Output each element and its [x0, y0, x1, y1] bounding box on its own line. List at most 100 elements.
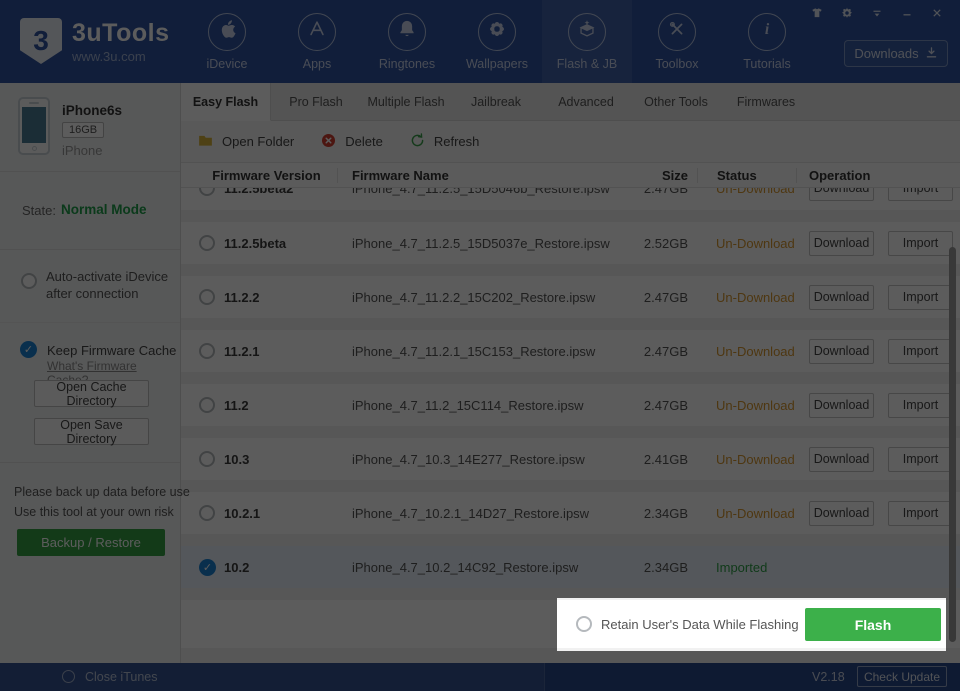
col-operation: Operation — [797, 168, 870, 183]
close-itunes-radio[interactable] — [62, 670, 75, 683]
firmware-name: iPhone_4.7_11.2_15C114_Restore.ipsw — [352, 398, 617, 413]
firmware-name: iPhone_4.7_11.2.1_15C153_Restore.ipsw — [352, 344, 617, 359]
folder-icon — [197, 132, 214, 152]
download-button[interactable]: Download — [809, 339, 874, 364]
table-row[interactable]: 11.2 iPhone_4.7_11.2_15C114_Restore.ipsw… — [181, 384, 960, 426]
auto-activate-radio[interactable] — [21, 273, 37, 289]
tab-other-tools[interactable]: Other Tools — [631, 83, 721, 121]
download-button[interactable]: Download — [809, 393, 874, 418]
firmware-size: 2.47GB — [617, 344, 688, 359]
delete-button[interactable]: Delete — [320, 132, 383, 152]
import-button[interactable]: Import — [888, 188, 953, 201]
minimize-icon[interactable] — [896, 4, 918, 22]
tab-firmwares[interactable]: Firmwares — [721, 83, 811, 121]
import-button[interactable]: Import — [888, 339, 953, 364]
firmware-version: 11.2 — [224, 398, 352, 413]
open-folder-button[interactable]: Open Folder — [197, 132, 294, 152]
firmware-select-radio[interactable] — [199, 343, 215, 359]
nav-apps[interactable]: Apps — [272, 0, 362, 83]
firmware-cache-panel: ✓ Keep Firmware Cache What's Firmware Ca… — [0, 323, 180, 463]
download-button[interactable]: Download — [809, 188, 874, 201]
firmware-name: iPhone_4.7_11.2.2_15C202_Restore.ipsw — [352, 290, 617, 305]
refresh-button[interactable]: Refresh — [409, 132, 480, 152]
auto-activate-label-line1: Auto-activate iDevice — [46, 268, 168, 285]
import-button[interactable]: Import — [888, 501, 953, 526]
table-row[interactable]: 11.2.5beta iPhone_4.7_11.2.5_15D5037e_Re… — [181, 222, 960, 264]
firmware-rows: 11.2.5beta2 iPhone_4.7_11.2.5_15D5046b_R… — [181, 188, 960, 600]
nav-flash-jb[interactable]: Flash & JB — [542, 0, 632, 83]
state-value: Normal Mode — [61, 202, 147, 217]
tools-icon — [666, 18, 688, 45]
firmware-version: 10.2.1 — [224, 506, 352, 521]
table-row[interactable]: 11.2.2 iPhone_4.7_11.2.2_15C202_Restore.… — [181, 276, 960, 318]
firmware-status: Un-Download — [688, 452, 797, 467]
table-row[interactable]: 10.3 iPhone_4.7_10.3_14E277_Restore.ipsw… — [181, 438, 960, 480]
import-button[interactable]: Import — [888, 285, 953, 310]
downloads-button[interactable]: Downloads — [844, 40, 948, 67]
version-label: V2.18 — [812, 670, 845, 684]
firmware-select-radio[interactable] — [199, 289, 215, 305]
settings-gear-icon[interactable] — [836, 4, 858, 22]
firmware-version: 11.2.2 — [224, 290, 352, 305]
nav-idevice[interactable]: iDevice — [182, 0, 272, 83]
nav-wallpapers[interactable]: Wallpapers — [452, 0, 542, 83]
theme-icon[interactable] — [806, 4, 828, 22]
import-button[interactable]: Import — [888, 447, 953, 472]
firmware-version: 10.2 — [224, 560, 352, 575]
download-button[interactable]: Download — [809, 501, 874, 526]
close-itunes-label[interactable]: Close iTunes — [85, 670, 158, 684]
flash-tabs: Easy Flash Pro Flash Multiple Flash Jail… — [181, 83, 960, 121]
download-button[interactable]: Download — [809, 231, 874, 256]
firmware-select-radio[interactable] — [199, 235, 215, 251]
open-cache-directory-button[interactable]: Open Cache Directory — [34, 380, 149, 407]
iphone-device-icon — [18, 97, 50, 155]
state-label: State: — [22, 203, 56, 218]
flash-action-bar: Retain User's Data While Flashing Flash — [181, 600, 960, 648]
tab-advanced[interactable]: Advanced — [541, 83, 631, 121]
tab-jailbreak[interactable]: Jailbreak — [451, 83, 541, 121]
tab-pro-flash[interactable]: Pro Flash — [271, 83, 361, 121]
open-save-directory-button[interactable]: Open Save Directory — [34, 418, 149, 445]
flash-box-icon — [576, 18, 598, 45]
firmware-select-radio[interactable] — [199, 451, 215, 467]
svg-text:i: i — [765, 21, 770, 38]
close-icon[interactable] — [926, 4, 948, 22]
refresh-icon — [409, 132, 426, 152]
firmware-select-radio[interactable] — [199, 397, 215, 413]
nav-tutorials[interactable]: i Tutorials — [722, 0, 812, 83]
3utools-window: 3 3uTools www.3u.com iDevice Apps Ringto… — [0, 0, 960, 691]
menu-icon[interactable] — [866, 4, 888, 22]
table-row[interactable]: 11.2.1 iPhone_4.7_11.2.1_15C153_Restore.… — [181, 330, 960, 372]
retain-data-radio[interactable] — [576, 616, 592, 632]
download-button[interactable]: Download — [809, 285, 874, 310]
firmware-select-radio[interactable] — [199, 188, 215, 196]
header-bar: 3 3uTools www.3u.com iDevice Apps Ringto… — [0, 0, 960, 83]
nav-toolbox[interactable]: Toolbox — [632, 0, 722, 83]
col-firmware-name: Firmware Name — [352, 168, 617, 183]
firmware-size: 2.47GB — [617, 188, 688, 196]
import-button[interactable]: Import — [888, 393, 953, 418]
backup-restore-button[interactable]: Backup / Restore — [17, 529, 165, 556]
firmware-select-radio[interactable]: ✓ — [199, 559, 216, 576]
nav-ringtones[interactable]: Ringtones — [362, 0, 452, 83]
table-row[interactable]: 10.2.1 iPhone_4.7_10.2.1_14D27_Restore.i… — [181, 492, 960, 534]
firmware-status: Un-Download — [688, 188, 797, 196]
table-row[interactable]: ✓ 10.2 iPhone_4.7_10.2_14C92_Restore.ips… — [181, 546, 960, 588]
firmware-select-radio[interactable] — [199, 505, 215, 521]
check-update-button[interactable]: Check Update — [857, 666, 947, 687]
window-controls — [806, 4, 948, 22]
import-button[interactable]: Import — [888, 231, 953, 256]
firmware-name: iPhone_4.7_10.2_14C92_Restore.ipsw — [352, 560, 617, 575]
flash-button[interactable]: Flash — [805, 608, 941, 641]
keep-cache-checkbox[interactable]: ✓ — [20, 341, 37, 358]
tab-multiple-flash[interactable]: Multiple Flash — [361, 83, 451, 121]
tab-easy-flash[interactable]: Easy Flash — [181, 83, 271, 121]
firmware-version: 11.2.1 — [224, 344, 352, 359]
auto-activate-option[interactable]: Auto-activate iDevice after connection — [0, 250, 180, 323]
firmware-status: Un-Download — [688, 236, 797, 251]
download-button[interactable]: Download — [809, 447, 874, 472]
table-row[interactable]: 11.2.5beta2 iPhone_4.7_11.2.5_15D5046b_R… — [181, 188, 960, 210]
device-state-row: State: Normal Mode — [0, 172, 180, 250]
vertical-scrollbar[interactable] — [949, 247, 956, 642]
sidebar: iPhone6s 16GB iPhone State: Normal Mode … — [0, 83, 181, 663]
